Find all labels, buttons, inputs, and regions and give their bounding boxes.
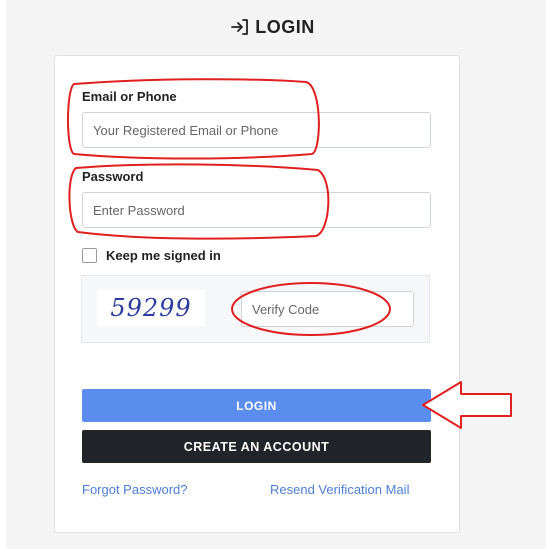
page-title: LOGIN	[0, 14, 546, 40]
password-label: Password	[82, 169, 144, 184]
verify-code-field[interactable]	[241, 291, 414, 327]
create-account-button[interactable]: CREATE AN ACCOUNT	[82, 430, 431, 463]
remember-me-row[interactable]: Keep me signed in	[82, 248, 221, 263]
login-arrow-icon	[231, 18, 249, 36]
forgot-password-link[interactable]: Forgot Password?	[82, 482, 188, 497]
remember-me-label: Keep me signed in	[106, 248, 221, 263]
email-label: Email or Phone	[82, 89, 177, 104]
password-field[interactable]	[82, 192, 431, 228]
captcha-image: 59299	[97, 290, 205, 326]
remember-me-checkbox[interactable]	[82, 248, 97, 263]
page-title-text: LOGIN	[255, 16, 315, 37]
resend-verification-link[interactable]: Resend Verification Mail	[270, 482, 409, 497]
login-button[interactable]: LOGIN	[82, 389, 431, 422]
email-field[interactable]	[82, 112, 431, 148]
